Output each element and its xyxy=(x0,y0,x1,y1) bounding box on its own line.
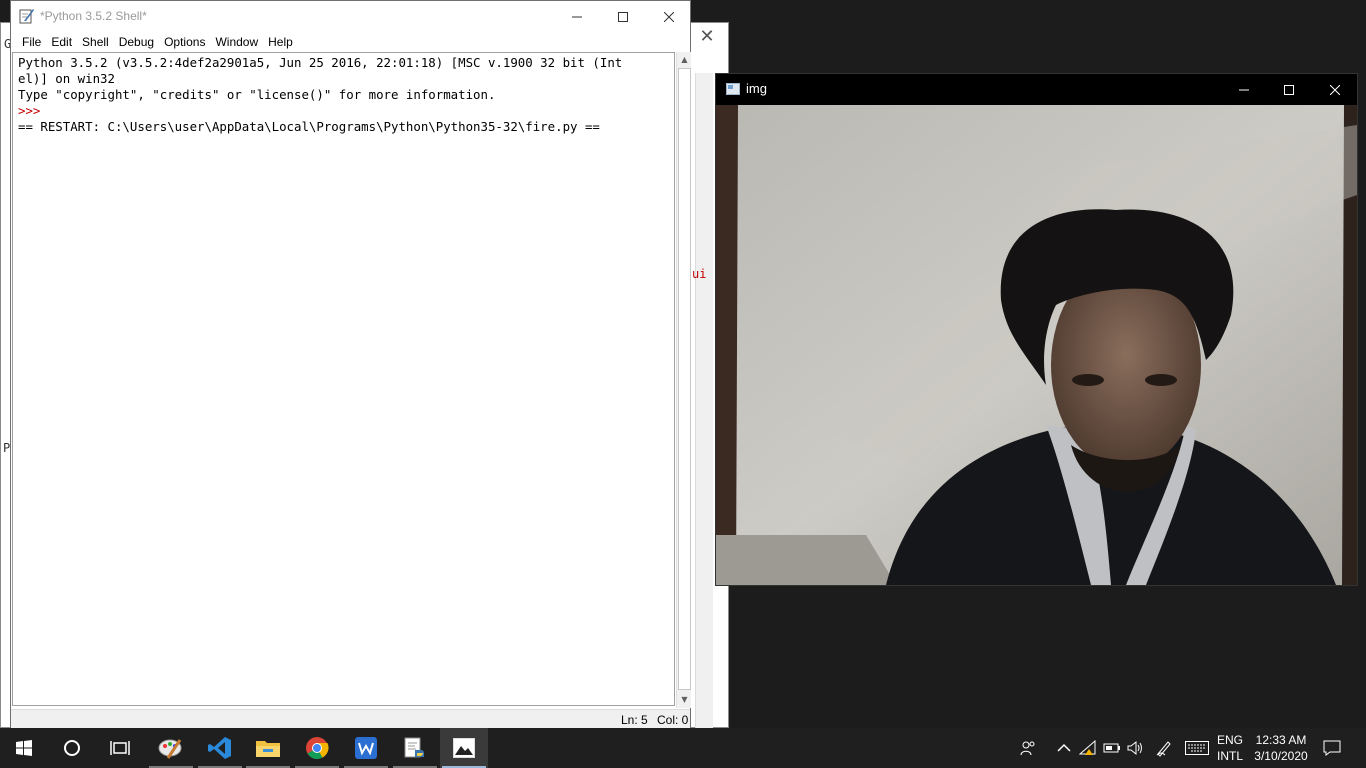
windows-start-icon xyxy=(16,740,32,756)
background-scrollbar[interactable] xyxy=(695,73,713,729)
cortana-icon xyxy=(64,740,80,756)
close-icon xyxy=(664,11,674,22)
image-close-button[interactable] xyxy=(1312,74,1358,105)
network-icon[interactable] xyxy=(1078,738,1098,758)
shell-banner-line: Python 3.5.2 (v3.5.2:4def2a2901a5, Jun 2… xyxy=(18,55,623,70)
taskbar-paint-app[interactable] xyxy=(147,728,195,768)
language-code: ENG xyxy=(1216,733,1243,747)
cortana-button[interactable] xyxy=(48,728,96,768)
idle-feather-icon xyxy=(19,9,34,24)
start-button[interactable] xyxy=(0,728,48,768)
image-minimize-button[interactable] xyxy=(1221,74,1267,105)
people-glyph-icon xyxy=(1020,741,1035,756)
clock-time: 12:33 AM xyxy=(1255,733,1307,747)
wifi-warning-icon xyxy=(1079,740,1096,755)
minimize-icon xyxy=(1239,89,1249,90)
input-language-indicator[interactable]: ENG INTL xyxy=(1214,732,1246,764)
shell-status-bar: Ln: 5 Col: 0 xyxy=(11,709,690,728)
menu-debug[interactable]: Debug xyxy=(114,32,159,52)
show-hidden-icons-button[interactable] xyxy=(1054,738,1074,758)
shell-text-area[interactable]: Python 3.5.2 (v3.5.2:4def2a2901a5, Jun 2… xyxy=(12,52,675,706)
clock-date: 3/10/2020 xyxy=(1254,749,1308,763)
chevron-up-icon xyxy=(1057,743,1071,752)
taskbar-file-explorer-app[interactable] xyxy=(244,728,292,768)
image-window[interactable]: img xyxy=(715,73,1358,586)
keyboard-icon xyxy=(1185,741,1209,755)
maximize-icon xyxy=(618,11,628,22)
background-close-button[interactable]: ✕ xyxy=(695,28,719,46)
status-column-number: Col: 0 xyxy=(657,713,689,727)
maximize-icon xyxy=(1284,84,1294,95)
taskbar-chrome-app[interactable] xyxy=(293,728,341,768)
notification-icon xyxy=(1323,740,1341,756)
webcam-photo xyxy=(716,105,1357,585)
shell-prompt: >>> xyxy=(18,103,48,118)
keyboard-layout-code: INTL xyxy=(1216,749,1243,763)
vscode-icon xyxy=(208,737,231,759)
image-viewer-icon xyxy=(453,738,475,758)
image-window-title-bar[interactable]: img xyxy=(716,74,1357,105)
wps-writer-icon xyxy=(355,737,377,759)
volume-icon[interactable] xyxy=(1126,738,1146,758)
close-button[interactable] xyxy=(646,1,692,32)
pen-icon xyxy=(1156,741,1171,757)
shell-banner-line: Type "copyright", "credits" or "license(… xyxy=(18,87,496,102)
taskbar-wps-writer-app[interactable] xyxy=(342,728,390,768)
menu-shell[interactable]: Shell xyxy=(77,32,114,52)
minimize-icon xyxy=(572,16,582,17)
clock[interactable]: 12:33 AM 3/10/2020 xyxy=(1250,732,1312,764)
battery-icon[interactable] xyxy=(1102,738,1122,758)
shell-window-title: *Python 3.5.2 Shell* xyxy=(40,9,147,23)
status-line-number: Ln: 5 xyxy=(621,713,648,727)
task-view-button[interactable] xyxy=(96,728,144,768)
menu-options[interactable]: Options xyxy=(159,32,210,52)
close-icon xyxy=(1330,84,1340,95)
menu-file[interactable]: File xyxy=(17,32,46,52)
menu-edit[interactable]: Edit xyxy=(46,32,77,52)
image-maximize-button[interactable] xyxy=(1266,74,1312,105)
background-text-fragment: ui xyxy=(692,267,707,281)
maximize-button[interactable] xyxy=(600,1,646,32)
menu-help[interactable]: Help xyxy=(263,32,298,52)
shell-restart-line: == RESTART: C:\Users\user\AppData\Local\… xyxy=(18,119,600,134)
people-icon[interactable] xyxy=(1018,738,1038,758)
taskbar-image-viewer-app[interactable] xyxy=(440,728,488,768)
taskbar-python-idle-app[interactable] xyxy=(391,728,439,768)
speaker-icon xyxy=(1127,740,1142,756)
pen-workspace-icon[interactable] xyxy=(1154,738,1174,758)
shell-vertical-scrollbar[interactable]: ▲ ▼ xyxy=(676,52,691,708)
task-view-icon xyxy=(110,741,130,755)
menu-window[interactable]: Window xyxy=(210,32,263,52)
scroll-down-arrow-icon[interactable]: ▼ xyxy=(677,692,692,707)
shell-banner-line: el)] on win32 xyxy=(18,71,115,86)
shell-title-bar[interactable]: *Python 3.5.2 Shell* xyxy=(11,1,690,32)
scrollbar-thumb[interactable] xyxy=(678,68,691,690)
image-window-title: img xyxy=(746,81,767,96)
battery-charging-icon xyxy=(1103,743,1120,753)
windows-taskbar: ENG INTL 12:33 AM 3/10/2020 xyxy=(0,728,1366,768)
python-idle-icon xyxy=(404,737,424,758)
paint-icon xyxy=(158,739,182,759)
window-app-icon xyxy=(726,83,740,95)
action-center-button[interactable] xyxy=(1322,738,1342,758)
minimize-button[interactable] xyxy=(554,1,600,32)
chrome-icon xyxy=(306,737,329,759)
file-explorer-icon xyxy=(256,741,280,757)
shell-menu-bar: File Edit Shell Debug Options Window Hel… xyxy=(11,32,690,52)
scroll-up-arrow-icon[interactable]: ▲ xyxy=(677,52,692,67)
touch-keyboard-icon[interactable] xyxy=(1184,738,1210,758)
taskbar-vscode-app[interactable] xyxy=(196,728,244,768)
python-shell-window[interactable]: *Python 3.5.2 Shell* File Edit Shell Deb… xyxy=(10,0,691,728)
